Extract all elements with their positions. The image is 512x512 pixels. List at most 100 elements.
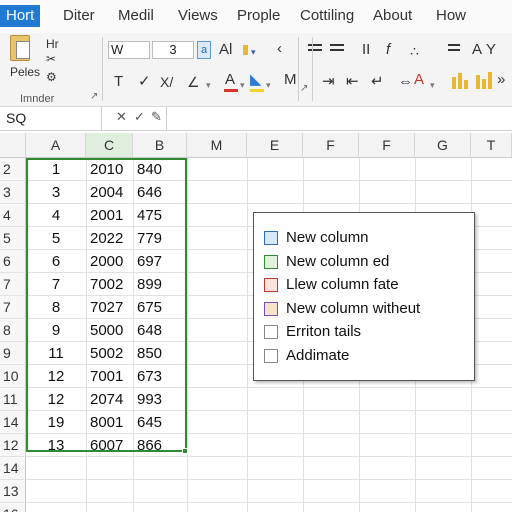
menu-item-new-column[interactable]: New column — [262, 227, 468, 249]
cell-a[interactable]: 8 — [26, 296, 86, 319]
bar-chart-icon[interactable] — [452, 71, 468, 89]
arrow-left-icon[interactable]: ‹ — [277, 41, 282, 57]
column-header[interactable]: M — [187, 133, 247, 158]
cell-b[interactable]: 840 — [137, 158, 187, 181]
menu-item-new-column-ed[interactable]: New column ed — [262, 251, 468, 273]
cell-a[interactable]: 3 — [26, 181, 86, 204]
cell-c[interactable]: 7001 — [90, 365, 133, 388]
angle-icon[interactable]: ∠ — [187, 74, 200, 90]
column-header[interactable]: T — [471, 133, 512, 158]
row-header[interactable]: 7 — [0, 296, 26, 319]
merge-icon[interactable]: ⇔ — [398, 74, 413, 90]
tab-views[interactable]: Views — [178, 5, 218, 27]
cell-b[interactable]: 899 — [137, 273, 187, 296]
cell-c[interactable]: 2000 — [90, 250, 133, 273]
cell-a[interactable]: 6 — [26, 250, 86, 273]
check-format-icon[interactable]: ✓ — [138, 74, 151, 90]
m-button[interactable]: M — [284, 72, 297, 88]
fill-color-icon[interactable] — [243, 45, 248, 55]
overflow-icon[interactable]: » — [497, 72, 505, 88]
cell-a[interactable]: 9 — [26, 319, 86, 342]
tab-how[interactable]: How — [436, 5, 466, 27]
dropdown-icon[interactable]: ▾ — [240, 77, 245, 93]
cell-c[interactable]: 5002 — [90, 342, 133, 365]
tab-diter[interactable]: Diter — [63, 5, 95, 27]
row-header[interactable]: 2 — [0, 158, 26, 181]
menu-item-addimate[interactable]: Addimate — [262, 345, 468, 367]
f-button[interactable]: f — [386, 42, 390, 58]
column-header[interactable]: G — [415, 133, 471, 158]
x-icon[interactable]: ✕ — [116, 109, 127, 125]
row-header[interactable]: 4 — [0, 204, 26, 227]
x-format-button[interactable]: X/ — [160, 74, 173, 90]
row-header[interactable]: 8 — [0, 319, 26, 342]
cell-c[interactable]: 7002 — [90, 273, 133, 296]
dots-icon[interactable]: ∴ — [410, 43, 419, 59]
formula-input[interactable] — [166, 107, 512, 130]
row-header[interactable]: 10 — [0, 365, 26, 388]
cell-b[interactable]: 645 — [137, 411, 187, 434]
fill-color-dropdown-icon[interactable]: ▾ — [251, 44, 256, 60]
y-icon[interactable]: Y — [486, 42, 496, 58]
font-name-field[interactable]: W — [108, 41, 150, 59]
cell-c[interactable]: 8001 — [90, 411, 133, 434]
paste-button[interactable]: Peles — [0, 33, 44, 93]
tab-cottiling[interactable]: Cottiling — [300, 5, 354, 27]
checkbox-icon[interactable] — [264, 349, 278, 363]
row-header[interactable]: 14 — [0, 457, 26, 480]
column-header[interactable]: E — [247, 133, 303, 158]
font-launcher-icon[interactable]: ↗ — [300, 83, 308, 94]
font-size-field[interactable]: 3 — [152, 41, 194, 59]
cell-c[interactable]: 7027 — [90, 296, 133, 319]
tab-prople[interactable]: Prople — [237, 5, 280, 27]
row-header[interactable]: 11 — [0, 388, 26, 411]
scissors-icon[interactable]: ✂ — [46, 51, 56, 67]
row-header[interactable]: 13 — [0, 480, 26, 503]
menu-item-new-column-witheut[interactable]: New column witheut — [262, 298, 468, 320]
row-header[interactable]: 7 — [0, 273, 26, 296]
column-header[interactable]: F — [359, 133, 415, 158]
cell-a[interactable]: 5 — [26, 227, 86, 250]
cell-b[interactable]: 866 — [137, 434, 187, 457]
row-header[interactable]: 12 — [0, 434, 26, 457]
cell-a[interactable]: 4 — [26, 204, 86, 227]
cell-a[interactable]: 7 — [26, 273, 86, 296]
cell-a[interactable]: 19 — [26, 411, 86, 434]
cell-c[interactable]: 5000 — [90, 319, 133, 342]
cell-c[interactable]: 2004 — [90, 181, 133, 204]
indent-icon[interactable]: ⇥ — [322, 74, 335, 90]
fill-handle[interactable] — [182, 448, 188, 454]
dropdown-icon[interactable]: ▾ — [206, 77, 211, 93]
cell-a[interactable]: 1 — [26, 158, 86, 181]
cell-b[interactable]: 697 — [137, 250, 187, 273]
tab-home[interactable]: Hort — [0, 5, 41, 27]
column-header[interactable]: A — [26, 133, 86, 158]
dropdown-icon[interactable]: ▾ — [430, 77, 435, 93]
cell-b[interactable]: 850 — [137, 342, 187, 365]
bar-chart-icon[interactable] — [476, 71, 492, 89]
cell-a[interactable]: 12 — [26, 388, 86, 411]
font-grow-button[interactable]: Al — [219, 42, 232, 58]
cell-c[interactable]: 2074 — [90, 388, 133, 411]
cell-c[interactable]: 6007 — [90, 434, 133, 457]
row-header[interactable]: 16 — [0, 503, 26, 512]
copy-format-icon[interactable]: ⚙ — [46, 69, 57, 85]
list-icon[interactable] — [448, 44, 464, 56]
tab-about[interactable]: About — [373, 5, 412, 27]
cell-a[interactable]: 11 — [26, 342, 86, 365]
t-button[interactable]: T — [114, 74, 123, 90]
cell-b[interactable]: 675 — [137, 296, 187, 319]
paint-bucket-icon[interactable]: ◣ — [250, 72, 262, 88]
group-launcher-icon[interactable]: ↗ — [90, 91, 98, 102]
a-red-button[interactable]: A — [414, 72, 424, 88]
row-header[interactable]: 6 — [0, 250, 26, 273]
cell-c[interactable]: 2010 — [90, 158, 133, 181]
row-header[interactable]: 3 — [0, 181, 26, 204]
tab-medil[interactable]: Medil — [118, 5, 154, 27]
check-icon[interactable]: ✓ — [134, 109, 145, 125]
column-header[interactable]: B — [133, 133, 187, 158]
menu-item-erriton-tails[interactable]: Erriton tails — [262, 321, 468, 343]
cell-a[interactable]: 12 — [26, 365, 86, 388]
cell-a[interactable]: 13 — [26, 434, 86, 457]
row-header[interactable]: 5 — [0, 227, 26, 250]
